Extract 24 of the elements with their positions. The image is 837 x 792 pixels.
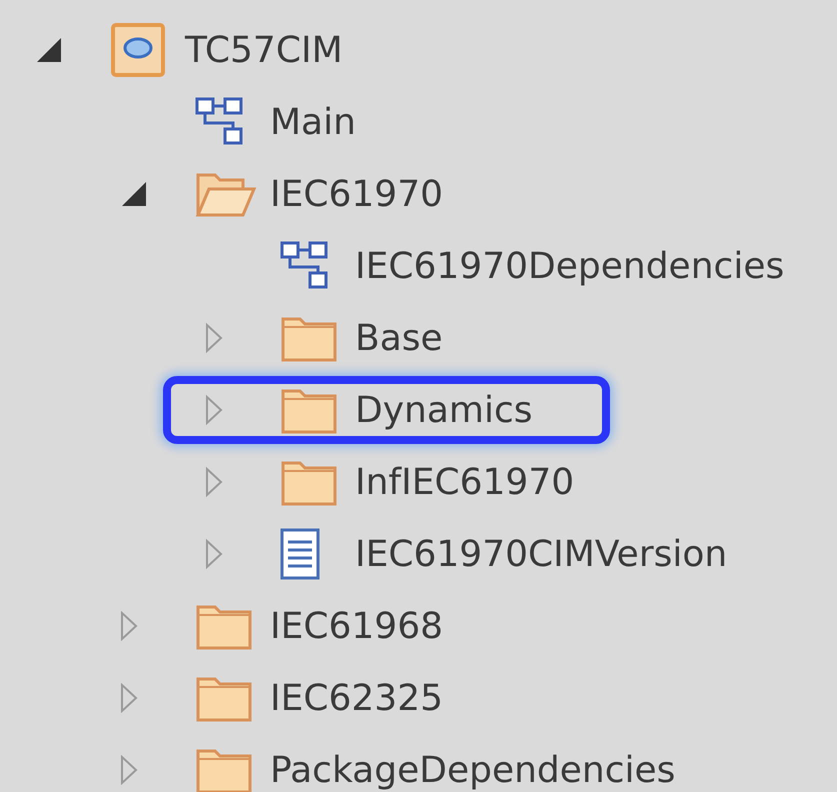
tree-item-label[interactable]: Dynamics — [355, 390, 533, 430]
diagram-icon — [280, 241, 330, 291]
collapsed-arrow-icon[interactable] — [120, 755, 138, 785]
collapsed-arrow-icon[interactable] — [205, 467, 223, 497]
package-icon — [110, 22, 166, 78]
tree-item-label[interactable]: InfIEC61970 — [355, 462, 574, 502]
collapsed-arrow-icon[interactable] — [205, 323, 223, 353]
tree-item-label[interactable]: IEC61970 — [270, 174, 444, 214]
tree-item-label[interactable]: TC57CIM — [185, 30, 343, 70]
tree-item-label[interactable]: IEC61970Dependencies — [355, 246, 784, 286]
collapsed-arrow-icon[interactable] — [120, 611, 138, 641]
collapsed-arrow-icon[interactable] — [205, 539, 223, 569]
collapsed-arrow-icon[interactable] — [205, 395, 223, 425]
document-icon — [280, 528, 320, 580]
tree-item-label[interactable]: Base — [355, 318, 443, 358]
tree-item-label[interactable]: PackageDependencies — [270, 750, 676, 790]
diagram-icon — [195, 97, 245, 147]
tree-item-label[interactable]: Main — [270, 102, 356, 142]
collapsed-arrow-icon[interactable] — [120, 683, 138, 713]
tree-item-label[interactable]: IEC61970CIMVersion — [355, 534, 728, 574]
expanded-arrow-icon[interactable] — [120, 180, 148, 208]
expanded-arrow-icon[interactable] — [35, 36, 63, 64]
tree-item-label[interactable]: IEC62325 — [270, 678, 444, 718]
tree-item-label[interactable]: IEC61968 — [270, 606, 444, 646]
